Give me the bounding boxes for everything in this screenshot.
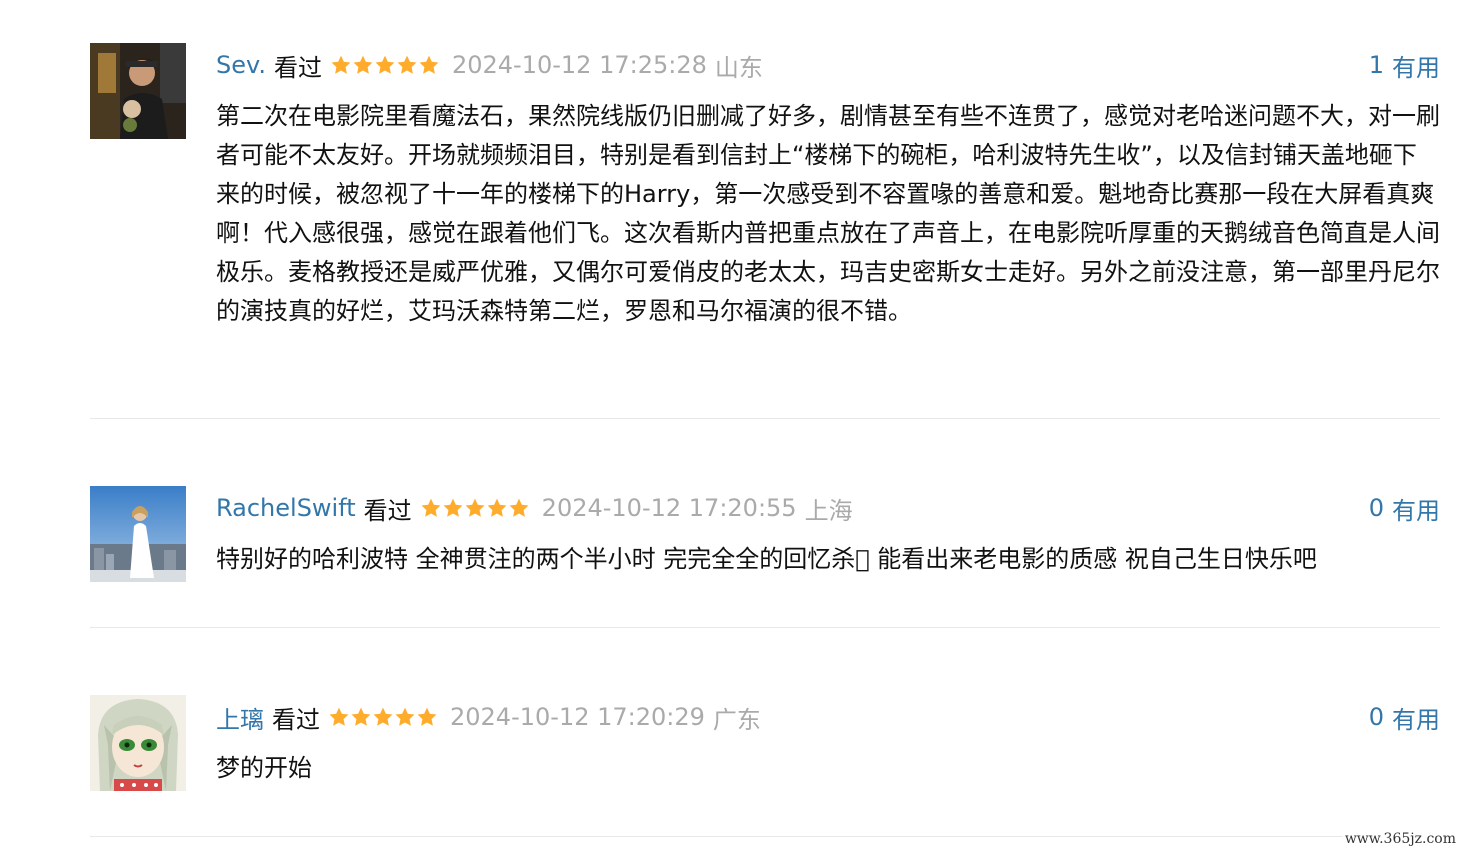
useful-button[interactable]: 有用 (1392, 491, 1440, 526)
votes: 1 有用 (1369, 43, 1440, 87)
star-icon (395, 707, 415, 726)
comment-meta: RachelSwift 看过 2024-10-12 17:20:55 上海 0 … (216, 486, 1440, 530)
star-icon (487, 498, 507, 517)
star-icon (351, 707, 371, 726)
avatar[interactable] (90, 486, 186, 582)
star-icon (397, 55, 417, 74)
rating-stars (420, 497, 530, 519)
star-icon (417, 707, 437, 726)
star-icon (329, 707, 349, 726)
rating-stars (328, 706, 438, 728)
star-icon (419, 55, 439, 74)
star-icon (331, 55, 351, 74)
watermark: www.365jz.com (1341, 830, 1459, 848)
comment-list: Sev. 看过 2024-10-12 17:25:28 山东 1 有用 第二次在… (0, 0, 1467, 856)
comment-body: 上璃 看过 2024-10-12 17:20:29 广东 0 有用 梦的开始 (216, 695, 1440, 788)
comment-text: 特别好的哈利波特 全神贯注的两个半小时 完完全全的回忆杀􏿽 能看出来老电影的质感… (216, 545, 1317, 573)
star-icon (421, 498, 441, 517)
comment-text: 第二次在电影院里看魔法石，果然院线版仍旧删减了好多，剧情甚至有些不连贯了，感觉对… (216, 102, 1440, 325)
divider (90, 627, 1440, 628)
comment-time: 2024-10-12 17:20:55 (541, 494, 797, 522)
star-icon (443, 498, 463, 517)
rating-stars (330, 54, 440, 76)
comment-text: 梦的开始 (216, 754, 312, 782)
star-icon (375, 55, 395, 74)
avatar[interactable] (90, 695, 186, 791)
avatar[interactable] (90, 43, 186, 139)
watch-status: 看过 (273, 53, 322, 82)
vote-count: 0 (1368, 494, 1384, 522)
author-link[interactable]: RachelSwift (216, 494, 356, 522)
comment-body: Sev. 看过 2024-10-12 17:25:28 山东 1 有用 第二次在… (216, 43, 1440, 331)
comment-meta: Sev. 看过 2024-10-12 17:25:28 山东 1 有用 (216, 43, 1440, 87)
star-icon (353, 55, 373, 74)
votes: 0 有用 (1369, 695, 1440, 739)
author-link[interactable]: 上璃 (216, 700, 264, 735)
comment-body: RachelSwift 看过 2024-10-12 17:20:55 上海 0 … (216, 486, 1440, 579)
star-icon (373, 707, 393, 726)
votes: 0 有用 (1369, 486, 1440, 530)
star-icon (509, 498, 529, 517)
comment-time: 2024-10-12 17:25:28 (451, 51, 707, 79)
comment-location: 山东 (714, 53, 763, 82)
comment-location: 上海 (804, 496, 853, 525)
comment-location: 广东 (712, 705, 761, 734)
vote-count: 0 (1368, 703, 1384, 731)
divider (90, 836, 1440, 837)
vote-count: 1 (1368, 51, 1384, 79)
comment-meta: 上璃 看过 2024-10-12 17:20:29 广东 0 有用 (216, 695, 1440, 739)
watch-status: 看过 (272, 705, 320, 734)
star-icon (465, 498, 485, 517)
useful-button[interactable]: 有用 (1392, 48, 1440, 83)
divider (90, 418, 1440, 419)
author-link[interactable]: Sev. (216, 51, 266, 79)
watch-status: 看过 (363, 496, 412, 525)
comment-time: 2024-10-12 17:20:29 (450, 703, 705, 731)
useful-button[interactable]: 有用 (1392, 700, 1440, 735)
